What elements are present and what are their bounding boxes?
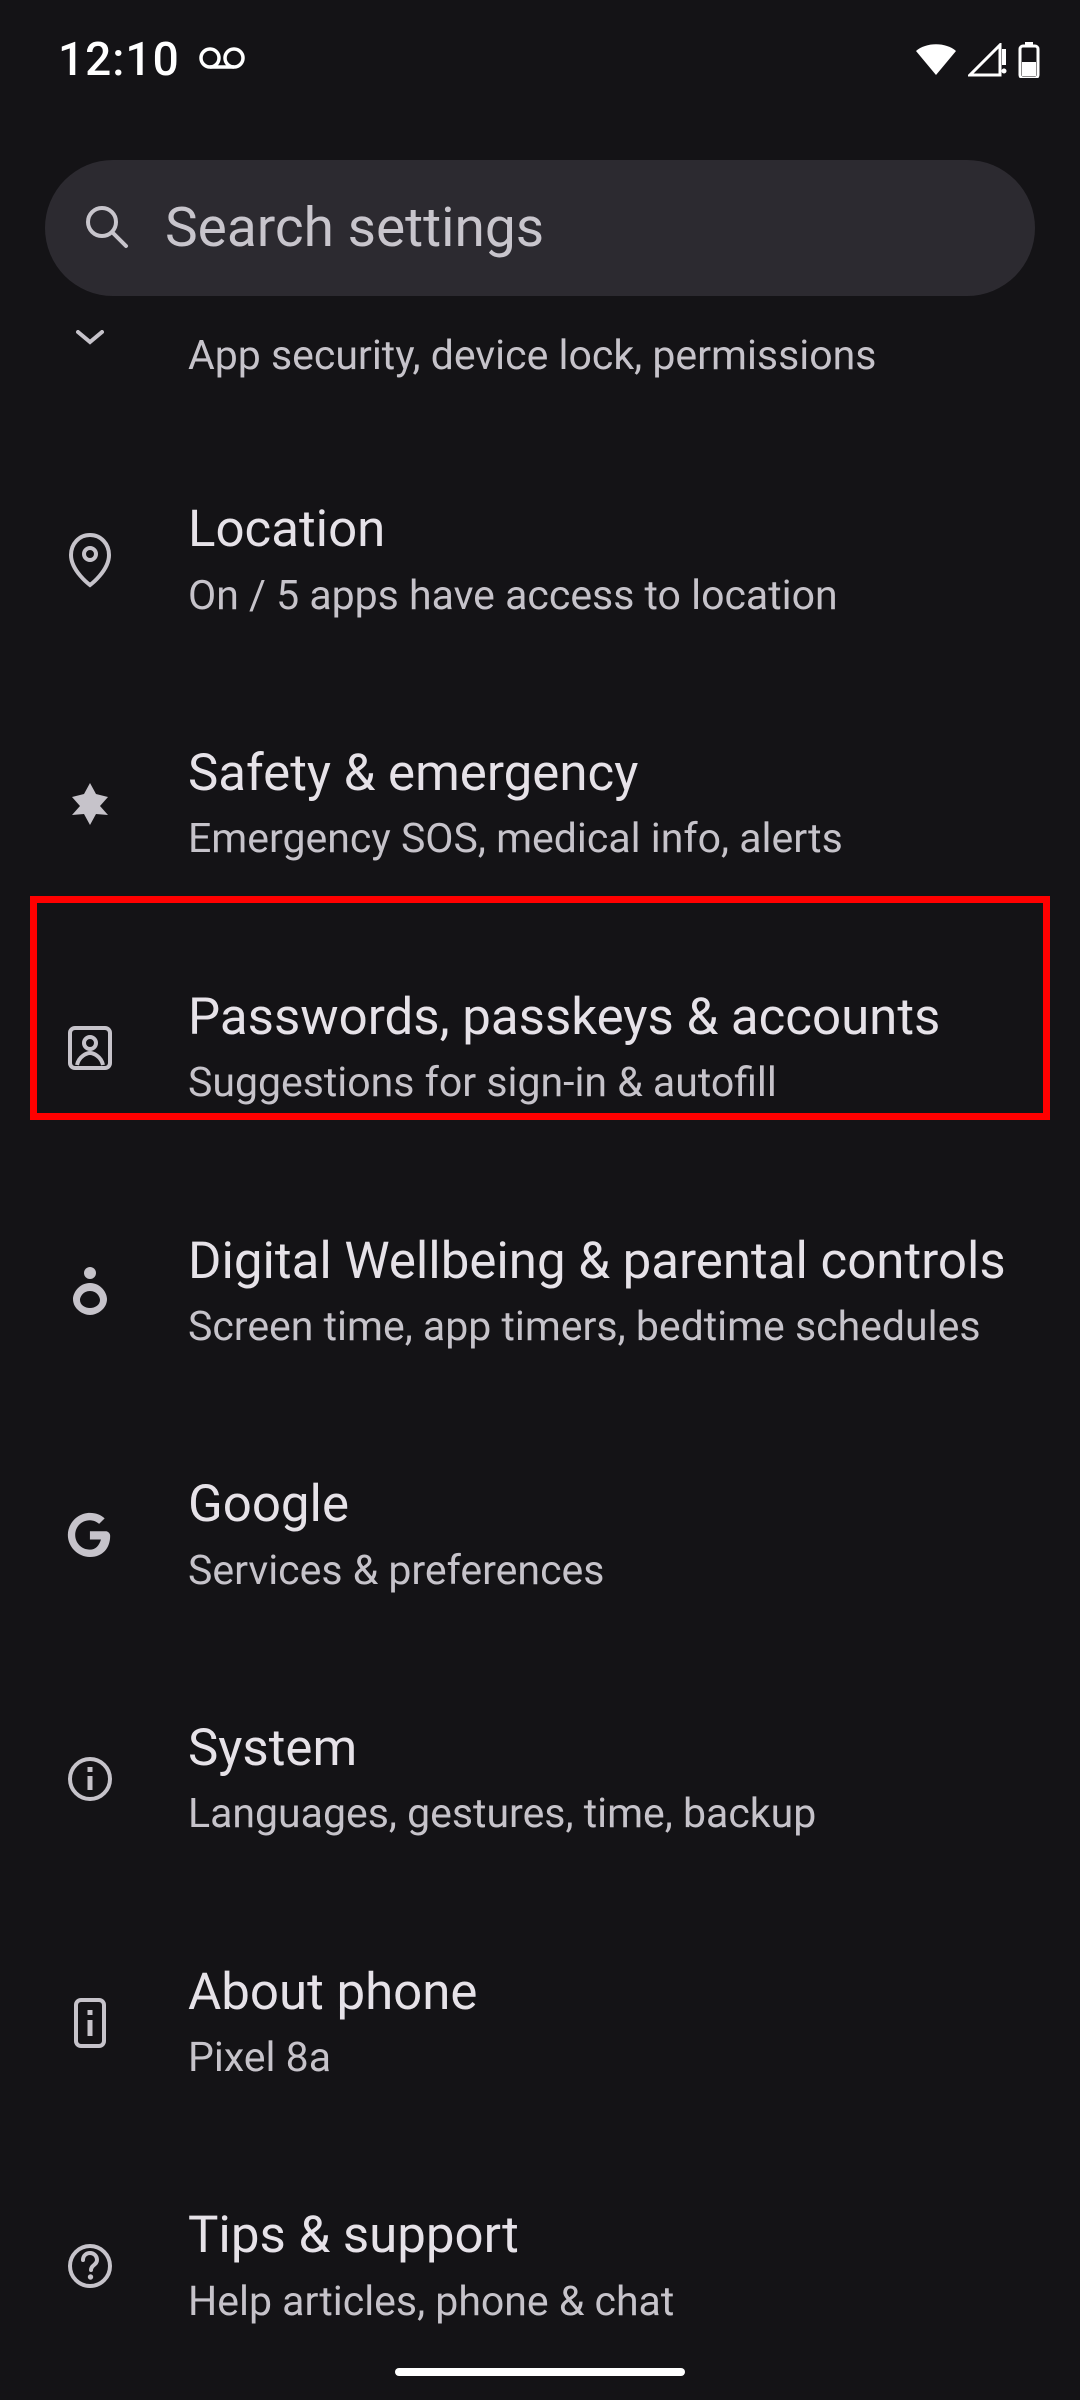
medical-icon (40, 780, 140, 828)
phone-info-icon (40, 1996, 140, 2050)
settings-item-sub: Screen time, app timers, bedtime schedul… (188, 1301, 1020, 1353)
search-settings[interactable]: Search settings (45, 160, 1035, 296)
settings-item-sub: On / 5 apps have access to location (188, 570, 1020, 622)
info-icon (40, 1754, 140, 1804)
voicemail-icon (198, 46, 246, 74)
wellbeing-icon (40, 1263, 140, 1319)
settings-item-title: Location (188, 498, 1020, 561)
settings-item-safety[interactable]: Safety & emergency Emergency SOS, medica… (0, 682, 1080, 926)
search-icon (81, 201, 131, 255)
settings-item-title: Safety & emergency (188, 742, 1020, 805)
settings-item-passwords[interactable]: Passwords, passkeys & accounts Suggestio… (0, 926, 1080, 1170)
google-icon (40, 1511, 140, 1559)
settings-item-sub: Suggestions for sign-in & autofill (188, 1057, 1020, 1109)
battery-icon (1018, 42, 1040, 78)
signal-icon (968, 43, 1008, 77)
settings-item-location[interactable]: Location On / 5 apps have access to loca… (0, 438, 1080, 682)
settings-item-sub: App security, device lock, permissions (188, 330, 1020, 382)
settings-item-sub: Languages, gestures, time, backup (188, 1788, 1020, 1840)
settings-item-sub: Emergency SOS, medical info, alerts (188, 813, 1020, 865)
settings-item-system[interactable]: System Languages, gestures, time, backup (0, 1657, 1080, 1901)
nav-handle[interactable] (395, 2368, 685, 2376)
settings-item-title: Digital Wellbeing & parental controls (188, 1230, 1020, 1293)
settings-item-sub: Pixel 8a (188, 2032, 1020, 2084)
status-left: 12:10 (58, 33, 246, 87)
settings-item-title: Passwords, passkeys & accounts (188, 986, 1020, 1049)
status-right (914, 42, 1040, 78)
status-bar: 12:10 (0, 0, 1080, 120)
chevron-down-icon (40, 330, 140, 346)
clock: 12:10 (58, 33, 180, 87)
settings-item-title: About phone (188, 1961, 1020, 2024)
wifi-icon (914, 43, 958, 77)
settings-item-google[interactable]: Google Services & preferences (0, 1413, 1080, 1657)
settings-item-security[interactable]: App security, device lock, permissions (0, 310, 1080, 438)
settings-item-title: System (188, 1717, 1020, 1780)
help-icon (40, 2241, 140, 2291)
settings-item-sub: Help articles, phone & chat (188, 2276, 1020, 2328)
settings-item-about[interactable]: About phone Pixel 8a (0, 1901, 1080, 2145)
settings-list: App security, device lock, permissions L… (0, 296, 1080, 2388)
settings-item-title: Tips & support (188, 2204, 1020, 2267)
settings-item-sub: Services & preferences (188, 1545, 1020, 1597)
search-wrap: Search settings (0, 120, 1080, 296)
account-box-icon (40, 1023, 140, 1073)
settings-item-wellbeing[interactable]: Digital Wellbeing & parental controls Sc… (0, 1170, 1080, 1414)
location-icon (40, 531, 140, 589)
settings-item-tips[interactable]: Tips & support Help articles, phone & ch… (0, 2144, 1080, 2388)
search-placeholder: Search settings (165, 196, 544, 260)
settings-item-title: Google (188, 1473, 1020, 1536)
